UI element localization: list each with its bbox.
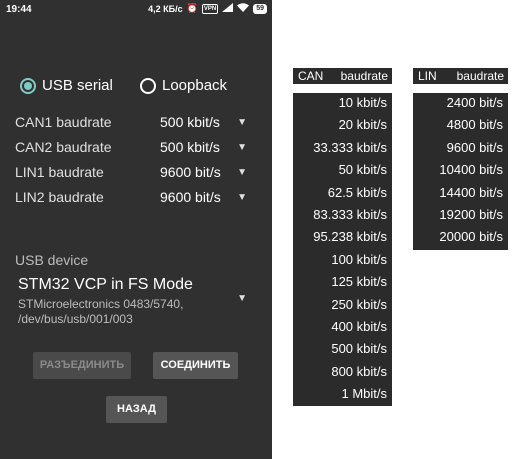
table-cell: 33.333 kbit/s	[313, 139, 387, 155]
table-cell: 10 kbit/s	[338, 95, 387, 110]
table-cell: 20000 bit/s	[439, 229, 503, 245]
lin2-baudrate-setting[interactable]: LIN2 baudrate 9600 bit/s ▼	[15, 189, 247, 207]
setting-label: LIN2 baudrate	[15, 189, 104, 205]
signal-icon	[222, 3, 234, 14]
dropdown-arrow-icon[interactable]: ▼	[237, 293, 247, 304]
dropdown-arrow-icon[interactable]: ▼	[237, 139, 247, 157]
usb-device-select[interactable]: STM32 VCP in FS Mode STMicroelectronics …	[15, 276, 247, 328]
lin-table-header: LIN baudrate	[413, 68, 508, 84]
vpn-icon: VPN	[201, 3, 219, 14]
net-speed: 4,2 КБ/с	[148, 3, 183, 14]
battery-icon: 59	[253, 3, 267, 14]
table-cell: 2400 bit/s	[446, 95, 503, 110]
lin-header-label: LIN	[418, 69, 437, 83]
table-cell: 800 kbit/s	[331, 363, 387, 379]
radio-checked-icon[interactable]	[20, 77, 36, 94]
setting-label: CAN1 baudrate	[15, 114, 112, 130]
can-baudrate-table: 10 kbit/s 20 kbit/s 33.333 kbit/s 50 kbit/s…	[293, 93, 392, 406]
usb-serial-label: USB serial	[42, 77, 113, 94]
usb-device-description: STMicroelectronics 0483/5740, /dev/bus/u…	[18, 297, 184, 326]
setting-label: CAN2 baudrate	[15, 139, 112, 155]
status-indicators: 4,2 КБ/с ⏰ VPN 59	[148, 3, 267, 14]
dropdown-arrow-icon[interactable]: ▼	[237, 189, 247, 207]
usb-device-name: STM32 VCP in FS Mode	[18, 276, 193, 293]
table-cell: 250 kbit/s	[331, 296, 387, 312]
alarm-icon: ⏰	[186, 3, 198, 13]
radio-unchecked-icon[interactable]	[140, 77, 156, 94]
wifi-icon	[237, 3, 250, 14]
disconnect-button[interactable]: РАЗЪЕДИНИТЬ	[33, 352, 131, 379]
loopback-option[interactable]: Loopback	[140, 77, 227, 94]
setting-label: LIN1 baudrate	[15, 164, 104, 180]
table-cell: 83.333 kbit/s	[313, 207, 387, 222]
table-cell: 14400 bit/s	[439, 184, 503, 200]
table-cell: 10400 bit/s	[439, 162, 503, 178]
table-cell: 500 kbit/s	[331, 341, 387, 357]
table-cell: 100 kbit/s	[331, 251, 387, 267]
baudrate-header-label: baudrate	[340, 69, 388, 83]
can2-baudrate-setting[interactable]: CAN2 baudrate 500 kbit/s ▼	[15, 139, 247, 157]
table-cell: 9600 bit/s	[446, 139, 503, 155]
table-cell: 4800 bit/s	[446, 117, 503, 133]
dropdown-arrow-icon[interactable]: ▼	[237, 164, 247, 182]
status-bar: 19:44 4,2 КБ/с ⏰ VPN 59	[0, 0, 272, 20]
usb-device-label: USB device	[15, 252, 89, 268]
table-cell: 19200 bit/s	[439, 207, 503, 222]
can1-baudrate-select[interactable]: 500 kbit/s	[160, 114, 220, 130]
baudrate-header-label: baudrate	[456, 69, 504, 83]
table-cell: 20 kbit/s	[338, 117, 387, 133]
lin1-baudrate-select[interactable]: 9600 bit/s	[160, 164, 221, 180]
table-cell: 50 kbit/s	[338, 162, 387, 178]
table-cell: 95.238 kbit/s	[313, 229, 387, 245]
table-cell: 400 kbit/s	[331, 319, 387, 334]
dropdown-arrow-icon[interactable]: ▼	[237, 114, 247, 132]
lin2-baudrate-select[interactable]: 9600 bit/s	[160, 189, 221, 205]
can2-baudrate-select[interactable]: 500 kbit/s	[160, 139, 220, 155]
can-header-label: CAN	[298, 69, 324, 83]
can1-baudrate-setting[interactable]: CAN1 baudrate 500 kbit/s ▼	[15, 114, 247, 132]
table-cell: 62.5 kbit/s	[327, 184, 387, 200]
usb-serial-option[interactable]: USB serial	[20, 77, 113, 94]
status-time: 19:44	[6, 4, 32, 15]
back-button[interactable]: НАЗАД	[106, 396, 167, 423]
lin-baudrate-table: 2400 bit/s 4800 bit/s 9600 bit/s 10400 bit/…	[413, 93, 508, 250]
phone-screen: 19:44 4,2 КБ/с ⏰ VPN 59 USB serial Loopb…	[0, 0, 272, 459]
lin1-baudrate-setting[interactable]: LIN1 baudrate 9600 bit/s ▼	[15, 164, 247, 182]
can-table-header: CAN baudrate	[293, 68, 392, 84]
table-cell: 125 kbit/s	[331, 274, 387, 290]
loopback-label: Loopback	[162, 77, 228, 94]
table-cell: 1 Mbit/s	[341, 386, 387, 402]
connect-button[interactable]: СОЕДИНИТЬ	[153, 352, 238, 379]
